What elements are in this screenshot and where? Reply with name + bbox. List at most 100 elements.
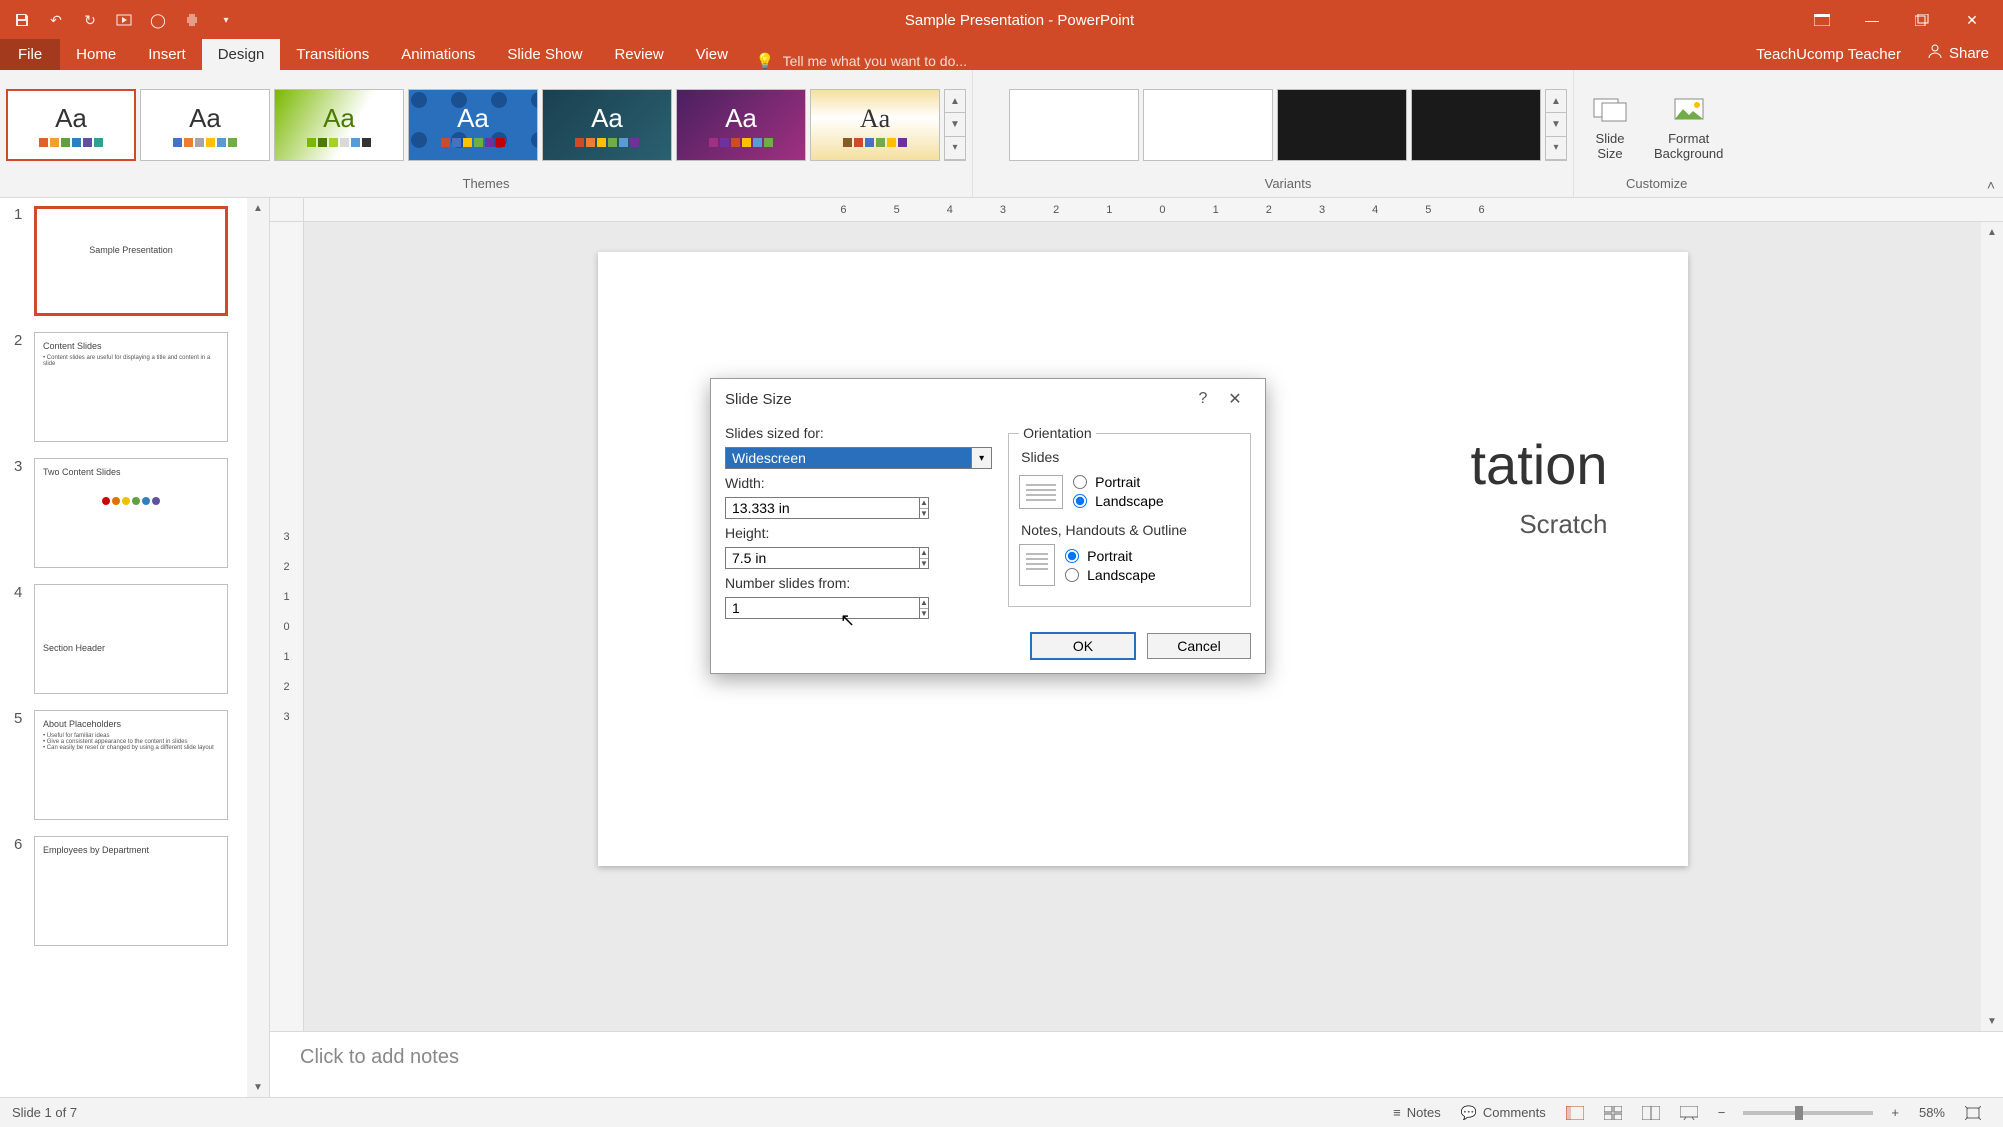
tab-file[interactable]: File	[0, 39, 60, 70]
dropdown-icon[interactable]: ▾	[972, 447, 992, 469]
dialog-close-icon[interactable]: ✕	[1219, 389, 1251, 409]
thumbnail-item[interactable]: 5About Placeholders• Useful for familiar…	[0, 702, 269, 828]
tell-me-input[interactable]	[783, 53, 1043, 69]
slide-show-view-icon[interactable]	[1670, 1106, 1708, 1120]
close-icon[interactable]: ✕	[1959, 7, 1985, 33]
cancel-button[interactable]: Cancel	[1147, 633, 1251, 659]
window-controls: — ✕	[1791, 7, 2003, 33]
expand-gallery-icon[interactable]: ▾	[1546, 137, 1566, 160]
spin-up-icon[interactable]: ▲	[920, 598, 928, 609]
variant-thumb[interactable]	[1009, 89, 1139, 161]
format-background-button[interactable]: Format Background	[1644, 87, 1733, 163]
notes-landscape-radio[interactable]: Landscape	[1065, 567, 1156, 583]
height-input[interactable]	[725, 547, 920, 569]
zoom-in-button[interactable]: +	[1881, 1105, 1909, 1120]
spin-up-icon[interactable]: ▲	[920, 548, 928, 559]
variant-thumb[interactable]	[1143, 89, 1273, 161]
slides-landscape-radio[interactable]: Landscape	[1073, 493, 1164, 509]
circle-icon[interactable]: ◯	[148, 10, 168, 30]
themes-gallery-more[interactable]: ▲▼▾	[944, 89, 966, 161]
theme-thumb[interactable]: Aa	[676, 89, 806, 161]
tab-transitions[interactable]: Transitions	[280, 39, 385, 70]
number-from-spinner[interactable]: ▲▼	[725, 597, 809, 619]
expand-gallery-icon[interactable]: ▾	[945, 137, 965, 160]
theme-thumb[interactable]: Aa	[274, 89, 404, 161]
scroll-up-icon[interactable]: ▲	[247, 198, 269, 218]
notes-toggle[interactable]: ≡Notes	[1383, 1105, 1451, 1120]
row-down-icon[interactable]: ▼	[1546, 113, 1566, 136]
slide-sorter-view-icon[interactable]	[1594, 1106, 1632, 1120]
dialog-titlebar[interactable]: Slide Size ? ✕	[711, 379, 1265, 419]
thumbnail-item[interactable]: 2Content Slides• Content slides are usef…	[0, 324, 269, 450]
comments-toggle[interactable]: 💬Comments	[1451, 1105, 1556, 1121]
fit-to-window-icon[interactable]	[1955, 1106, 1991, 1120]
spin-up-icon[interactable]: ▲	[920, 498, 928, 509]
share-button[interactable]: Share	[1913, 36, 2003, 70]
thumbnail-item[interactable]: 4Section Header	[0, 576, 269, 702]
number-from-label: Number slides from:	[725, 575, 992, 591]
maximize-icon[interactable]	[1909, 7, 1935, 33]
start-from-beginning-icon[interactable]	[114, 10, 134, 30]
comments-icon: 💬	[1461, 1105, 1477, 1121]
notes-portrait-radio[interactable]: Portrait	[1065, 548, 1156, 564]
undo-icon[interactable]: ↶	[46, 10, 66, 30]
row-down-icon[interactable]: ▼	[945, 113, 965, 136]
width-input[interactable]	[725, 497, 920, 519]
thumbnail-scrollbar[interactable]: ▲▼	[247, 198, 269, 1097]
spin-down-icon[interactable]: ▼	[920, 509, 928, 519]
canvas-scrollbar[interactable]: ▲▼	[1981, 222, 2003, 1031]
theme-thumb[interactable]: Aa	[408, 89, 538, 161]
status-bar: Slide 1 of 7 ≡Notes 💬Comments − + 58%	[0, 1097, 2003, 1127]
spin-down-icon[interactable]: ▼	[920, 609, 928, 619]
tab-animations[interactable]: Animations	[385, 39, 491, 70]
redo-icon[interactable]: ↻	[80, 10, 100, 30]
tell-me[interactable]: 💡	[756, 52, 1043, 70]
theme-thumb[interactable]: Aa	[542, 89, 672, 161]
slide-counter[interactable]: Slide 1 of 7	[12, 1105, 1383, 1120]
theme-thumb[interactable]: Aa	[6, 89, 136, 161]
variants-gallery-more[interactable]: ▲▼▾	[1545, 89, 1567, 161]
zoom-out-button[interactable]: −	[1708, 1105, 1736, 1120]
ok-button[interactable]: OK	[1031, 633, 1135, 659]
number-from-input[interactable]	[725, 597, 920, 619]
tab-home[interactable]: Home	[60, 39, 132, 70]
save-icon[interactable]	[12, 10, 32, 30]
slide-size-button[interactable]: Slide Size	[1580, 87, 1640, 163]
slide-thumbnail-panel[interactable]: 1Sample Presentation 2Content Slides• Co…	[0, 198, 270, 1097]
theme-thumb[interactable]: Aa	[140, 89, 270, 161]
variant-thumb[interactable]	[1411, 89, 1541, 161]
user-identity[interactable]: TeachUcomp Teacher	[1744, 39, 1913, 70]
row-up-icon[interactable]: ▲	[945, 90, 965, 113]
thumbnail-item[interactable]: 3Two Content Slides	[0, 450, 269, 576]
collapse-ribbon-icon[interactable]: ˄	[1987, 177, 1995, 193]
thumbnail-item[interactable]: 1Sample Presentation	[0, 198, 269, 324]
print-icon[interactable]	[182, 10, 202, 30]
tab-view[interactable]: View	[680, 39, 744, 70]
zoom-slider[interactable]	[1743, 1111, 1873, 1115]
customize-qat-icon[interactable]: ▾	[216, 10, 236, 30]
variant-thumb[interactable]	[1277, 89, 1407, 161]
tab-slideshow[interactable]: Slide Show	[491, 39, 598, 70]
tab-review[interactable]: Review	[598, 39, 679, 70]
scroll-down-icon[interactable]: ▼	[247, 1077, 269, 1097]
dialog-help-icon[interactable]: ?	[1187, 390, 1219, 408]
sized-for-combo[interactable]: ▾	[725, 447, 992, 469]
tab-design[interactable]: Design	[202, 39, 281, 70]
notes-pane[interactable]: Click to add notes	[270, 1031, 2003, 1097]
reading-view-icon[interactable]	[1632, 1106, 1670, 1120]
height-spinner[interactable]: ▲▼	[725, 547, 829, 569]
width-spinner[interactable]: ▲▼	[725, 497, 829, 519]
scroll-up-icon[interactable]: ▲	[1981, 222, 2003, 242]
spin-down-icon[interactable]: ▼	[920, 559, 928, 569]
scroll-down-icon[interactable]: ▼	[1981, 1011, 2003, 1031]
minimize-icon[interactable]: —	[1859, 7, 1885, 33]
sized-for-input[interactable]	[725, 447, 972, 469]
theme-thumb[interactable]: Aa	[810, 89, 940, 161]
ribbon-display-options-icon[interactable]	[1809, 7, 1835, 33]
zoom-level[interactable]: 58%	[1909, 1105, 1955, 1120]
slides-portrait-radio[interactable]: Portrait	[1073, 474, 1164, 490]
normal-view-icon[interactable]	[1556, 1106, 1594, 1120]
row-up-icon[interactable]: ▲	[1546, 90, 1566, 113]
thumbnail-item[interactable]: 6Employees by Department	[0, 828, 269, 954]
tab-insert[interactable]: Insert	[132, 39, 202, 70]
